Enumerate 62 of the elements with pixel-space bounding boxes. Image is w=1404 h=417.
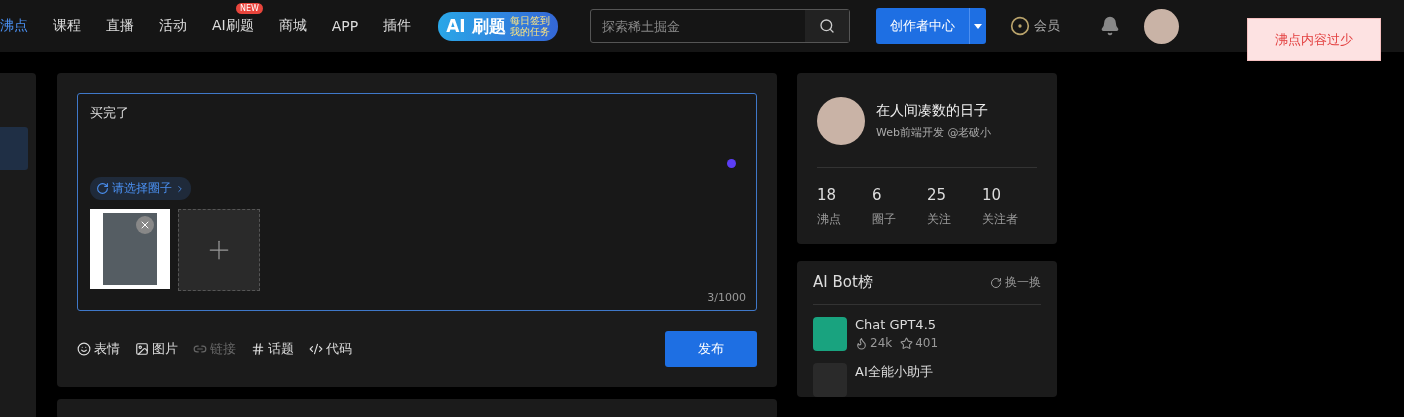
nav-link[interactable]: AI刷题 (212, 17, 254, 35)
bot-name[interactable]: AI全能小助手 (855, 363, 933, 381)
vip-icon (1009, 16, 1030, 36)
nav-link[interactable]: 沸点 (0, 17, 28, 35)
star-icon (900, 336, 914, 350)
stat-label: 圈子 (872, 211, 897, 228)
star-count: 401 (900, 336, 939, 350)
nav-link[interactable]: APP (331, 18, 359, 34)
nav-link[interactable]: 商城 (278, 17, 307, 35)
promo-text: 我的任务 (509, 26, 550, 37)
refresh-icon (990, 276, 1002, 289)
new-badge: NEW (236, 3, 263, 14)
caret-icon (973, 23, 982, 29)
circle-selector[interactable]: 请选择圈子 (90, 177, 191, 200)
post-editor[interactable]: 买完了 请选择圈子 3/1000 (77, 93, 757, 311)
toolbar-button[interactable]: 话题 (251, 340, 294, 358)
publish-button[interactable]: 发布 (665, 331, 757, 367)
flame-icon (855, 336, 868, 350)
close-icon (139, 219, 151, 231)
refresh-button[interactable]: 换一换 (990, 274, 1041, 291)
stat-value: 18 (817, 186, 838, 204)
hot-count: 24k (855, 336, 893, 350)
nav-link[interactable]: 课程 (53, 17, 81, 35)
stat-label: 沸点 (817, 211, 842, 228)
stat-value: 25 (927, 186, 948, 204)
nav-link[interactable]: 插件 (383, 17, 412, 35)
avatar[interactable] (1143, 8, 1179, 44)
avatar[interactable] (817, 97, 865, 145)
card-title: AI Bot榜 (813, 273, 873, 292)
toast-message: 沸点内容过少 (1247, 18, 1381, 61)
search-input[interactable]: 探索稀土掘金 (590, 17, 805, 35)
toolbar-button[interactable]: 表情 (77, 340, 120, 358)
promo-title: AI 刷题 (446, 14, 506, 38)
toolbar-button[interactable]: 代码 (309, 340, 352, 358)
stat-label: 关注 (927, 211, 952, 228)
stat-value: 10 (982, 186, 1003, 204)
search-icon (818, 18, 835, 34)
stat-label: 关注者 (982, 211, 1019, 228)
remove-button[interactable] (136, 216, 154, 234)
vip-link[interactable]: 会员 (1033, 17, 1060, 35)
cursor-dot (727, 159, 736, 168)
stat-value: 6 (872, 186, 883, 204)
image-icon (135, 342, 149, 356)
promo-text: 每日签到 (509, 15, 550, 26)
bot-name[interactable]: Chat GPT4.5 (855, 317, 939, 332)
post-text: 买完了 (90, 104, 130, 122)
nav-link[interactable]: 直播 (106, 17, 134, 35)
hash-icon (251, 342, 265, 356)
smile-icon (77, 342, 91, 356)
circle-icon (96, 182, 109, 195)
notification-icon[interactable] (1099, 16, 1120, 36)
code-icon (309, 342, 323, 356)
nav-link[interactable]: 活动 (159, 17, 187, 35)
chevron-icon (175, 183, 185, 194)
creator-center-button[interactable]: 创作者中心 (875, 8, 969, 44)
user-name[interactable]: 在人间凑数的日子 (876, 102, 992, 120)
user-title: Web前端开发 @老破小 (876, 125, 992, 140)
char-counter: 3/1000 (707, 291, 746, 304)
search-field[interactable]: 探索稀土掘金 (589, 9, 850, 43)
link-icon (193, 342, 207, 356)
search-button[interactable] (804, 10, 849, 42)
toolbar-button[interactable]: 图片 (135, 340, 178, 358)
